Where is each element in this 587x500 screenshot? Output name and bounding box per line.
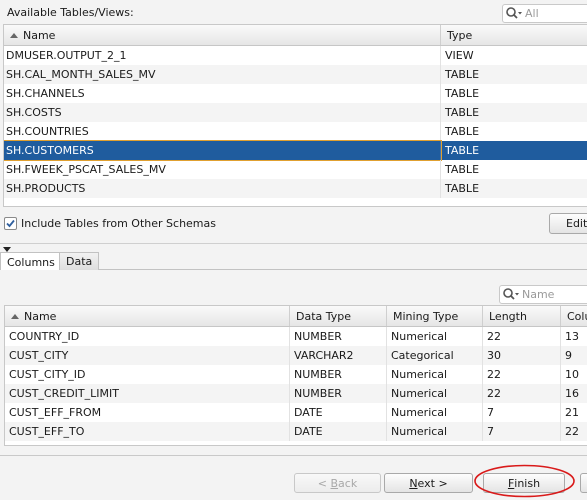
include-schemas-label[interactable]: Include Tables from Other Schemas <box>21 217 216 230</box>
tab-columns[interactable]: Columns <box>0 252 62 271</box>
data-type-cell: VARCHAR2 <box>290 346 387 365</box>
table-type-cell: TABLE <box>441 103 587 122</box>
columns-grid: Name Data Type Mining Type Length Colu C… <box>4 305 587 446</box>
table-type-cell: TABLE <box>441 122 587 141</box>
table-name-cell: SH.PRODUCTS <box>4 179 441 198</box>
sort-ascending-icon <box>11 313 19 319</box>
col-cell: 22 <box>561 422 587 441</box>
length-cell: 22 <box>483 327 561 346</box>
table-type-cell: TABLE <box>441 84 587 103</box>
table-row[interactable]: DMUSER.OUTPUT_2_1 VIEW <box>4 46 587 65</box>
column-name-cell: CUST_CREDIT_LIMIT <box>5 384 290 403</box>
table-row[interactable]: CUST_CITY VARCHAR2 Categorical 30 9 <box>5 346 587 365</box>
col-cell: 16 <box>561 384 587 403</box>
length-cell: 22 <box>483 365 561 384</box>
table-type-cell: VIEW <box>441 46 587 65</box>
table-row[interactable]: CUST_CITY_ID NUMBER Numerical 22 10 <box>5 365 587 384</box>
table-row[interactable]: CUST_CREDIT_LIMIT NUMBER Numerical 22 16 <box>5 384 587 403</box>
column-name-cell: CUST_EFF_TO <box>5 422 290 441</box>
splitter[interactable] <box>0 243 587 252</box>
data-type-cell: NUMBER <box>290 365 387 384</box>
length-cell: 30 <box>483 346 561 365</box>
column-header-name[interactable]: Name <box>5 306 290 326</box>
length-cell: 7 <box>483 403 561 422</box>
available-tables-title: Available Tables/Views: <box>7 6 134 19</box>
tab-data[interactable]: Data <box>59 252 100 270</box>
mining-type-cell: Numerical <box>387 403 483 422</box>
data-type-cell: NUMBER <box>290 327 387 346</box>
tables-grid: Name Type DMUSER.OUTPUT_2_1 VIEW SH.CAL_MO… <box>3 24 587 207</box>
table-row[interactable]: SH.CUSTOMERS TABLE <box>4 140 587 161</box>
table-name-cell: SH.COUNTRIES <box>4 122 441 141</box>
table-row[interactable]: CUST_EFF_FROM DATE Numerical 7 21 <box>5 403 587 422</box>
length-cell: 7 <box>483 422 561 441</box>
columns-grid-header: Name Data Type Mining Type Length Colu <box>5 306 587 327</box>
table-row[interactable]: SH.FWEEK_PSCAT_SALES_MV TABLE <box>4 160 587 179</box>
table-name-cell: SH.CHANNELS <box>4 84 441 103</box>
table-name-cell: SH.CUSTOMERS <box>4 140 442 161</box>
mining-type-cell: Numerical <box>387 384 483 403</box>
columns-search-placeholder: Name <box>522 288 555 301</box>
table-type-cell: TABLE <box>441 141 587 160</box>
col-cell: 21 <box>561 403 587 422</box>
column-header-type[interactable]: Type <box>441 25 587 45</box>
table-row[interactable]: CUST_EFF_TO DATE Numerical 7 22 <box>5 422 587 441</box>
table-type-cell: TABLE <box>441 179 587 198</box>
highlight-ellipse <box>474 464 575 498</box>
table-name-cell: DMUSER.OUTPUT_2_1 <box>4 46 441 65</box>
table-row[interactable]: SH.CAL_MONTH_SALES_MV TABLE <box>4 65 587 84</box>
col-cell: 13 <box>561 327 587 346</box>
column-header-mining-type[interactable]: Mining Type <box>387 306 483 326</box>
data-type-cell: NUMBER <box>290 384 387 403</box>
table-row[interactable]: SH.PRODUCTS TABLE <box>4 179 587 198</box>
help-button-partial[interactable] <box>580 473 587 493</box>
table-type-cell: TABLE <box>441 160 587 179</box>
checkmark-icon <box>6 219 15 228</box>
table-name-cell: SH.CAL_MONTH_SALES_MV <box>4 65 441 84</box>
columns-search-field[interactable]: Name <box>499 285 587 304</box>
table-type-cell: TABLE <box>441 65 587 84</box>
column-header-col[interactable]: Colu <box>561 306 587 326</box>
length-cell: 22 <box>483 384 561 403</box>
mining-type-cell: Numerical <box>387 422 483 441</box>
sort-ascending-icon <box>10 32 18 38</box>
column-header-name[interactable]: Name <box>4 25 441 45</box>
data-type-cell: DATE <box>290 403 387 422</box>
col-cell: 10 <box>561 365 587 384</box>
edit-button[interactable]: Edit <box>549 213 587 234</box>
column-header-length[interactable]: Length <box>483 306 561 326</box>
column-name-cell: CUST_CITY <box>5 346 290 365</box>
mining-type-cell: Numerical <box>387 365 483 384</box>
table-row[interactable]: SH.CHANNELS TABLE <box>4 84 587 103</box>
mining-type-cell: Categorical <box>387 346 483 365</box>
col-cell: 9 <box>561 346 587 365</box>
column-name-cell: CUST_EFF_FROM <box>5 403 290 422</box>
table-row[interactable]: SH.COUNTRIES TABLE <box>4 122 587 141</box>
table-name-cell: SH.FWEEK_PSCAT_SALES_MV <box>4 160 441 179</box>
search-icon[interactable] <box>500 286 522 303</box>
column-name-cell: COUNTRY_ID <box>5 327 290 346</box>
tables-grid-header: Name Type <box>4 25 587 46</box>
back-button[interactable]: < Back <box>294 473 381 493</box>
next-button[interactable]: Next > <box>384 473 473 493</box>
tables-search-placeholder: All <box>525 7 539 20</box>
column-header-data-type[interactable]: Data Type <box>290 306 387 326</box>
mining-type-cell: Numerical <box>387 327 483 346</box>
column-name-cell: CUST_CITY_ID <box>5 365 290 384</box>
table-name-cell: SH.COSTS <box>4 103 441 122</box>
tables-search-field[interactable]: All <box>502 4 587 23</box>
table-row[interactable]: COUNTRY_ID NUMBER Numerical 22 13 <box>5 327 587 346</box>
table-row[interactable]: SH.COSTS TABLE <box>4 103 587 122</box>
search-icon[interactable] <box>503 5 525 22</box>
include-schemas-checkbox[interactable] <box>4 217 17 230</box>
data-type-cell: DATE <box>290 422 387 441</box>
